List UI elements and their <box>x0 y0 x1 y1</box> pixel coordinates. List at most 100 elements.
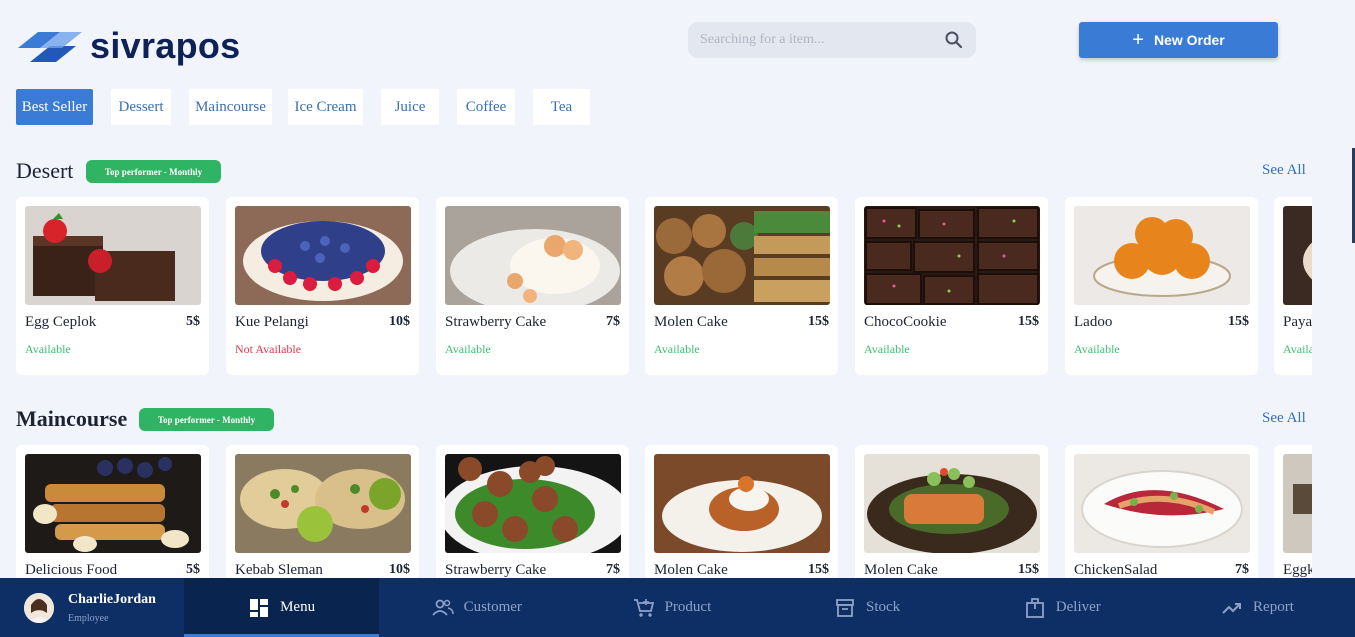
product-status: Available <box>1074 342 1120 356</box>
tab-ice-cream[interactable]: Ice Cream <box>288 89 363 125</box>
product-image <box>1283 206 1312 305</box>
brand-logo[interactable]: sivrapos <box>16 24 240 68</box>
product-card[interactable]: Paya Availa <box>1274 197 1312 375</box>
product-image <box>235 206 411 305</box>
section-title-maincourse: Maincourse <box>16 406 128 431</box>
product-image <box>654 206 830 305</box>
product-price: 15$ <box>808 562 829 577</box>
product-card[interactable]: Delicious Food 5$ <box>16 445 209 578</box>
nav-report-label: Report <box>1253 599 1294 615</box>
product-price: 7$ <box>606 314 620 329</box>
product-price: 5$ <box>186 314 200 329</box>
product-price: 10$ <box>389 314 410 329</box>
product-status: Not Available <box>235 342 302 356</box>
product-card[interactable]: Strawberry Cake 7$ <box>436 445 629 578</box>
search-bar[interactable] <box>688 22 976 58</box>
product-price: 15$ <box>808 314 829 329</box>
nav-deliver-label: Deliver <box>1055 599 1101 615</box>
nav-product-label: Product <box>664 599 712 615</box>
product-row-desert: Egg Ceplok 5$ Available Kue Pelangi 10$ … <box>16 197 1312 377</box>
product-card[interactable]: Molen Cake 15$ Available <box>645 197 838 375</box>
product-name: Molen Cake <box>654 314 728 330</box>
user-role: Employee <box>68 612 109 624</box>
product-name: Molen Cake <box>864 562 938 578</box>
search-input[interactable] <box>700 32 944 48</box>
user-name: CharlieJordan <box>68 591 156 607</box>
product-image <box>864 454 1040 553</box>
see-all-link-desert[interactable]: See All <box>1262 162 1306 179</box>
product-card[interactable]: Strawberry Cake 7$ Available <box>436 197 629 375</box>
product-name: Paya <box>1283 314 1312 330</box>
tab-maincourse[interactable]: Maincourse <box>189 89 272 125</box>
product-card[interactable]: ChickenSalad 7$ <box>1065 445 1258 578</box>
product-name: Strawberry Cake <box>445 314 547 330</box>
product-image <box>235 454 411 553</box>
product-name: Ladoo <box>1074 314 1113 330</box>
product-card[interactable]: Ladoo 15$ Available <box>1065 197 1258 375</box>
product-card[interactable]: Molen Cake 15$ <box>855 445 1048 578</box>
tab-tea[interactable]: Tea <box>533 89 590 125</box>
product-image <box>864 206 1040 305</box>
product-image <box>25 454 201 553</box>
dashboard-icon <box>250 598 269 617</box>
category-tabs: Best Seller Dessert Maincourse Ice Cream… <box>16 89 590 125</box>
product-name: Kebab Sleman <box>235 562 323 578</box>
product-card[interactable]: ChocoCookie 15$ Available <box>855 197 1048 375</box>
search-icon[interactable] <box>944 30 964 50</box>
cart-icon <box>633 598 654 617</box>
product-image <box>1283 454 1312 553</box>
product-name: Strawberry Cake <box>445 562 547 578</box>
nav-menu-label: Menu <box>280 599 316 615</box>
product-price: 15$ <box>1018 562 1039 577</box>
see-all-link-maincourse[interactable]: See All <box>1262 410 1306 427</box>
product-name: Kue Pelangi <box>235 314 309 330</box>
product-name: Delicious Food <box>25 562 118 578</box>
tab-juice[interactable]: Juice <box>381 89 439 125</box>
brand-name: sivrapos <box>90 25 241 66</box>
product-name: Eggk <box>1283 562 1312 578</box>
new-order-button[interactable]: + New Order <box>1079 22 1278 58</box>
tab-best-seller[interactable]: Best Seller <box>16 89 93 125</box>
product-image <box>1074 454 1250 553</box>
product-card[interactable]: Egg Ceplok 5$ Available <box>16 197 209 375</box>
product-image <box>1074 206 1250 305</box>
product-status: Available <box>864 342 910 356</box>
product-card[interactable]: Eggk <box>1274 445 1312 578</box>
bottom-nav: CharlieJordan Employee Menu Customer Pro… <box>0 578 1355 637</box>
product-status: Available <box>445 342 491 356</box>
avatar <box>24 592 54 623</box>
nav-stock[interactable]: Stock <box>770 578 965 637</box>
product-name: ChickenSalad <box>1074 562 1158 578</box>
top-performer-badge: Top performer - Monthly <box>86 160 221 183</box>
top-performer-badge: Top performer - Monthly <box>139 408 274 431</box>
product-price: 7$ <box>1235 562 1249 577</box>
logo-icon <box>18 32 82 62</box>
product-name: ChocoCookie <box>864 314 947 330</box>
plus-icon: + <box>1132 29 1144 51</box>
nav-customer-label: Customer <box>463 599 522 615</box>
product-card[interactable]: Kue Pelangi 10$ Not Available <box>226 197 419 375</box>
product-name: Molen Cake <box>654 562 728 578</box>
product-card[interactable]: Kebab Sleman 10$ <box>226 445 419 578</box>
new-order-label: New Order <box>1153 32 1225 48</box>
product-price: 7$ <box>606 562 620 577</box>
product-card[interactable]: Molen Cake 15$ <box>645 445 838 578</box>
product-status: Available <box>25 342 71 356</box>
product-image <box>654 454 830 553</box>
product-name: Egg Ceplok <box>25 314 97 330</box>
nav-product[interactable]: Product <box>574 578 769 637</box>
nav-menu[interactable]: Menu <box>184 578 380 637</box>
product-price: 15$ <box>1018 314 1039 329</box>
product-price: 10$ <box>389 562 410 577</box>
nav-customer[interactable]: Customer <box>379 578 574 637</box>
nav-report[interactable]: Report <box>1160 578 1355 637</box>
product-row-maincourse: Delicious Food 5$ Kebab Sleman 10$ Straw… <box>16 445 1312 578</box>
nav-deliver[interactable]: Deliver <box>965 578 1160 637</box>
trending-up-icon <box>1222 602 1242 614</box>
tab-dessert[interactable]: Dessert <box>111 89 171 125</box>
section-title-desert: Desert <box>16 158 74 183</box>
user-profile[interactable]: CharlieJordan Employee <box>0 578 184 637</box>
package-icon <box>1025 597 1044 618</box>
tab-coffee[interactable]: Coffee <box>457 89 515 125</box>
product-image <box>445 454 621 553</box>
